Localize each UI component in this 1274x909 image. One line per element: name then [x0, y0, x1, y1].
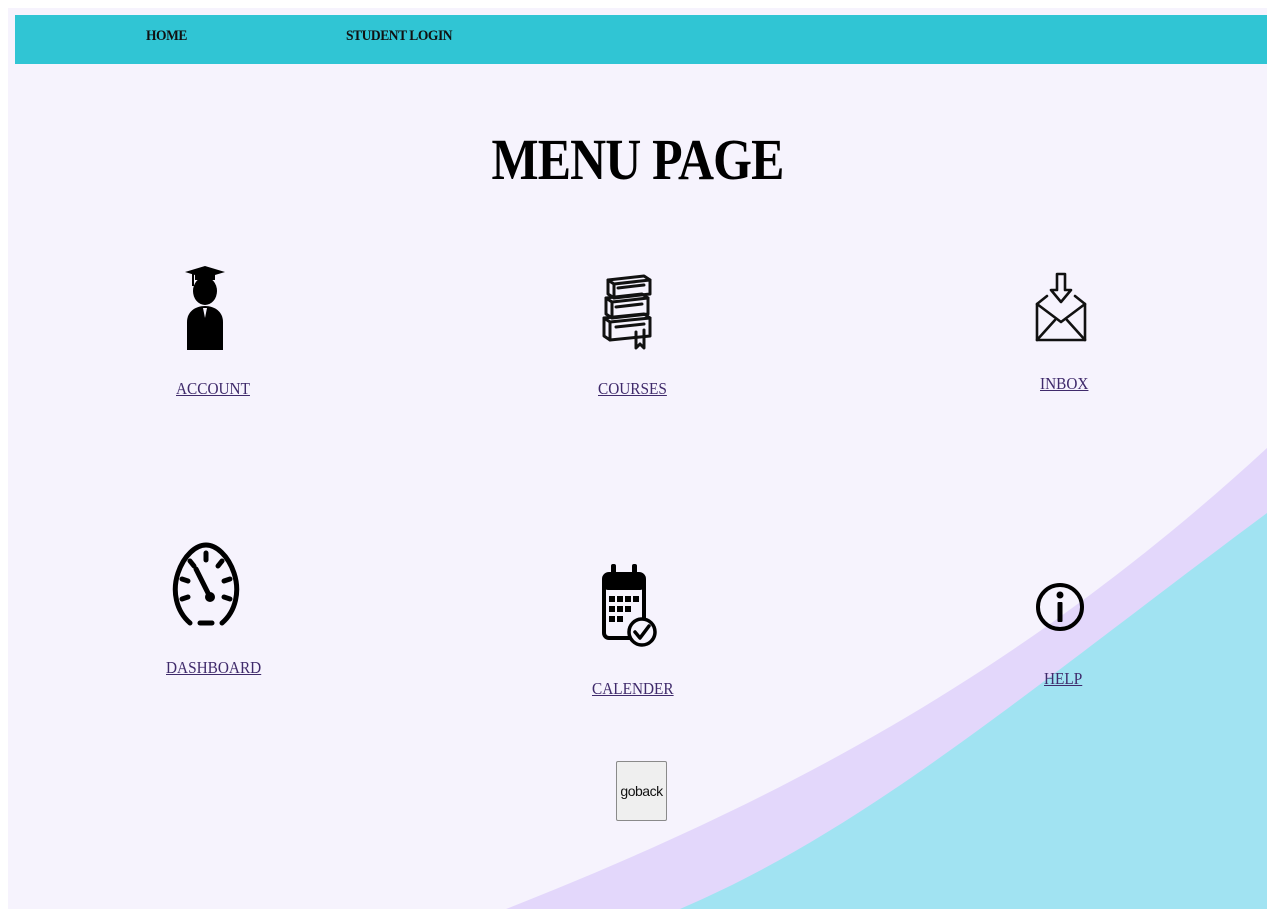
- speedometer-icon: [172, 542, 240, 626]
- calendar-check-icon: [602, 564, 657, 647]
- inbox-link[interactable]: INBOX: [1040, 374, 1088, 394]
- account-link[interactable]: ACCOUNT: [176, 379, 250, 399]
- books-stack-icon: [602, 274, 652, 350]
- inbox-envelope-icon: [1035, 272, 1087, 342]
- graduate-student-icon: [185, 266, 225, 350]
- help-link[interactable]: HELP: [1044, 669, 1082, 689]
- courses-link[interactable]: COURSES: [598, 379, 667, 399]
- goback-button[interactable]: goback: [616, 761, 667, 821]
- page-background: HOME STUDENT LOGIN MENU PAGE ACCOUNT COU…: [8, 8, 1267, 909]
- calender-link[interactable]: CALENDER: [592, 679, 674, 699]
- nav-student-login-link[interactable]: STUDENT LOGIN: [346, 15, 453, 64]
- dashboard-link[interactable]: DASHBOARD: [166, 658, 261, 678]
- info-circle-icon: [1036, 583, 1084, 631]
- top-navbar: HOME STUDENT LOGIN: [15, 15, 1267, 64]
- page-title: MENU PAGE: [491, 127, 785, 192]
- nav-home-link[interactable]: HOME: [146, 15, 187, 64]
